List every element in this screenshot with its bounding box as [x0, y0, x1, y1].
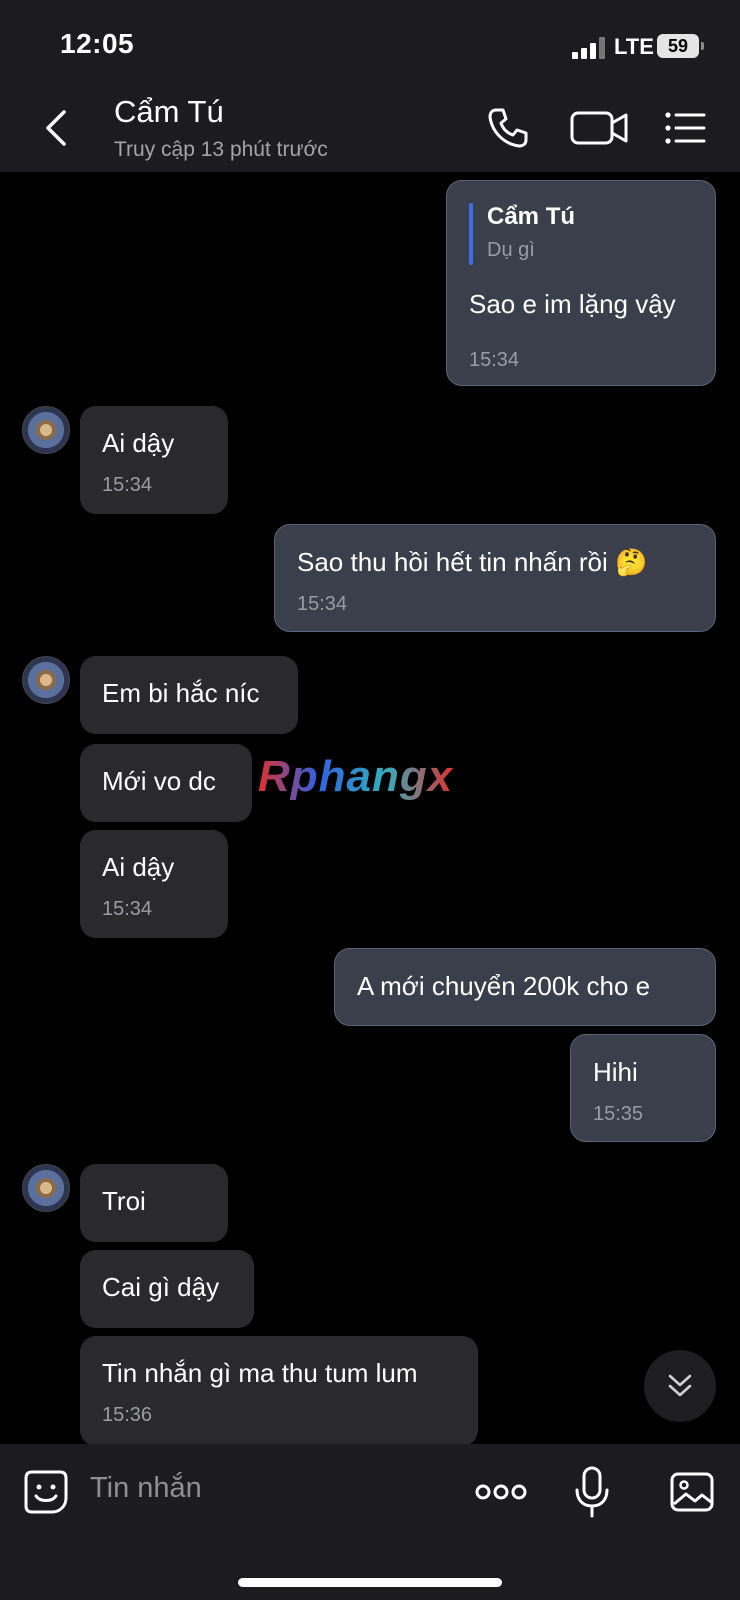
- message-time: 15:36: [102, 1404, 153, 1426]
- message-composer: Tin nhắn: [0, 1444, 740, 1600]
- watermark-logo: Rphangx: [258, 752, 454, 801]
- contact-avatar[interactable]: [22, 1164, 70, 1212]
- message-text: Tin nhắn gì ma thu tum lum: [102, 1358, 418, 1388]
- message-text: Mới vo dc: [102, 766, 216, 796]
- chat-header: Cẩm Tú Truy cập 13 phút trước: [0, 88, 740, 172]
- double-chevron-down-icon: [668, 1374, 692, 1397]
- message-text: Ai dậy: [102, 852, 175, 882]
- message-bubble-outgoing[interactable]: Hihi 15:35: [570, 1034, 716, 1142]
- contact-avatar[interactable]: [22, 656, 70, 704]
- contact-name[interactable]: Cẩm Tú: [114, 94, 224, 130]
- contact-avatar[interactable]: [22, 406, 70, 454]
- signal-icon: [572, 37, 606, 59]
- message-bubble-outgoing[interactable]: Sao thu hồi hết tin nhấn rồi 🤔 15:34: [274, 524, 716, 632]
- status-bar: 12:05 LTE 59: [0, 0, 740, 88]
- message-time: 15:34: [102, 474, 153, 496]
- message-bubble-incoming[interactable]: Em bi hắc níc: [80, 656, 298, 734]
- message-bubble-incoming[interactable]: Troi: [80, 1164, 228, 1242]
- quote-text: Dụ gì: [487, 239, 535, 261]
- last-seen-status: Truy cập 13 phút trước: [114, 138, 328, 161]
- battery-icon: 59: [657, 34, 704, 58]
- message-text: Troi: [102, 1186, 146, 1216]
- network-label: LTE: [614, 34, 654, 59]
- message-text: Em bi hắc níc: [102, 678, 260, 708]
- message-bubble-incoming[interactable]: Mới vo dc: [80, 744, 252, 822]
- message-bubble-incoming[interactable]: Ai dậy 15:34: [80, 830, 228, 938]
- message-text: Sao thu hồi hết tin nhấn rồi 🤔: [297, 547, 648, 577]
- menu-icon[interactable]: [660, 102, 712, 154]
- message-bubble-outgoing[interactable]: A mới chuyển 200k cho e: [334, 948, 716, 1026]
- message-bubble-incoming[interactable]: Cai gì dậy: [80, 1250, 254, 1328]
- back-icon[interactable]: [38, 102, 82, 154]
- message-time: 15:35: [593, 1103, 644, 1125]
- sticker-icon[interactable]: [22, 1468, 70, 1516]
- message-bubble-outgoing[interactable]: Cẩm Tú Dụ gì Sao e im lặng vậy 15:34: [446, 180, 716, 386]
- home-indicator[interactable]: [238, 1578, 502, 1587]
- more-icon[interactable]: [474, 1468, 528, 1516]
- thinking-emoji-icon: 🤔: [615, 547, 648, 577]
- message-list[interactable]: Cẩm Tú Dụ gì Sao e im lặng vậy 15:34 Ai …: [0, 172, 740, 1444]
- message-text: Hihi: [593, 1057, 638, 1087]
- message-time: 15:34: [297, 593, 348, 615]
- message-text: Cai gì dậy: [102, 1272, 220, 1302]
- quote-accent: [469, 203, 473, 265]
- message-text: Sao e im lặng vậy: [469, 289, 676, 319]
- message-input[interactable]: Tin nhắn: [90, 1472, 202, 1505]
- message-bubble-incoming[interactable]: Tin nhắn gì ma thu tum lum 15:36: [80, 1336, 478, 1444]
- image-icon[interactable]: [668, 1468, 716, 1516]
- message-time: 15:34: [469, 349, 520, 371]
- message-text: A mới chuyển 200k cho e: [357, 971, 651, 1001]
- microphone-icon[interactable]: [568, 1464, 616, 1520]
- video-icon[interactable]: [568, 102, 634, 154]
- message-time: 15:34: [102, 898, 153, 920]
- scroll-to-bottom-button[interactable]: [644, 1350, 716, 1422]
- status-time: 12:05: [60, 28, 135, 59]
- phone-icon[interactable]: [482, 102, 534, 154]
- quote-author: Cẩm Tú: [487, 203, 576, 230]
- message-text: Ai dậy: [102, 428, 175, 458]
- message-bubble-incoming[interactable]: Ai dậy 15:34: [80, 406, 228, 514]
